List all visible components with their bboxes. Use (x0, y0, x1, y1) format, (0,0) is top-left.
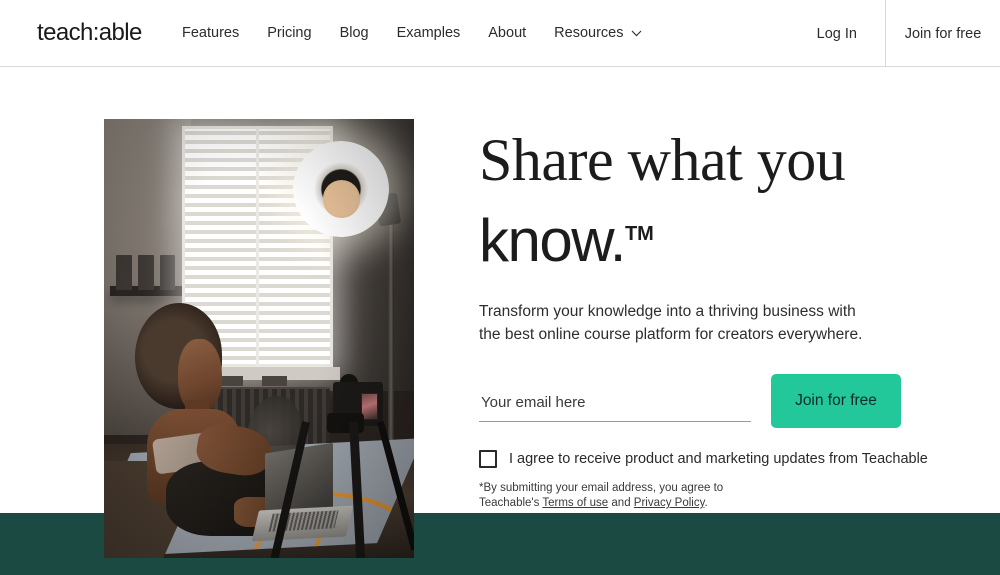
nav-link-about[interactable]: About (474, 23, 540, 43)
nav-link-pricing[interactable]: Pricing (253, 23, 325, 43)
hero-subheading: Transform your knowledge into a thriving… (479, 303, 863, 343)
marketing-consent-row: I agree to receive product and marketing… (479, 450, 949, 468)
marketing-consent-label: I agree to receive product and marketing… (509, 451, 928, 467)
fineprint-text-3: . (704, 497, 708, 509)
terms-of-use-link[interactable]: Terms of use (542, 497, 608, 509)
primary-nav-links: Features Pricing Blog Examples About Res… (182, 23, 656, 43)
nav-link-features[interactable]: Features (182, 23, 253, 43)
nav-link-examples[interactable]: Examples (383, 23, 475, 43)
fineprint-text-2: and (608, 497, 634, 509)
nav-join-free-button[interactable]: Join for free (886, 0, 1000, 67)
email-input[interactable] (479, 390, 751, 422)
hero-image (104, 119, 414, 558)
top-navigation-bar: teach:able Features Pricing Blog Example… (0, 0, 1000, 67)
hero-section: Share what you know.TM Transform your kn… (0, 67, 1000, 575)
trademark-symbol: TM (624, 223, 654, 245)
nav-link-resources-label: Resources (554, 25, 624, 41)
nav-actions: Log In Join for free (789, 0, 1000, 67)
privacy-policy-link[interactable]: Privacy Policy (634, 497, 705, 509)
headline-line-2: know. (479, 207, 626, 274)
chevron-down-icon (631, 30, 642, 37)
legal-fineprint: *By submitting your email address, you a… (479, 481, 729, 511)
nav-link-resources[interactable]: Resources (540, 23, 656, 43)
signup-form: Join for free (479, 374, 949, 428)
hero-copy-column: Share what you know.TM Transform your kn… (479, 67, 949, 511)
join-for-free-button[interactable]: Join for free (771, 374, 901, 428)
landing-page: teach:able Features Pricing Blog Example… (0, 0, 1000, 575)
teachable-logo[interactable]: teach:able (37, 19, 142, 47)
headline-line-1: Share what you (479, 127, 846, 193)
page-title: Share what you know.TM (479, 123, 949, 278)
nav-link-blog[interactable]: Blog (326, 23, 383, 43)
marketing-consent-checkbox[interactable] (479, 450, 497, 468)
login-button[interactable]: Log In (789, 0, 885, 67)
